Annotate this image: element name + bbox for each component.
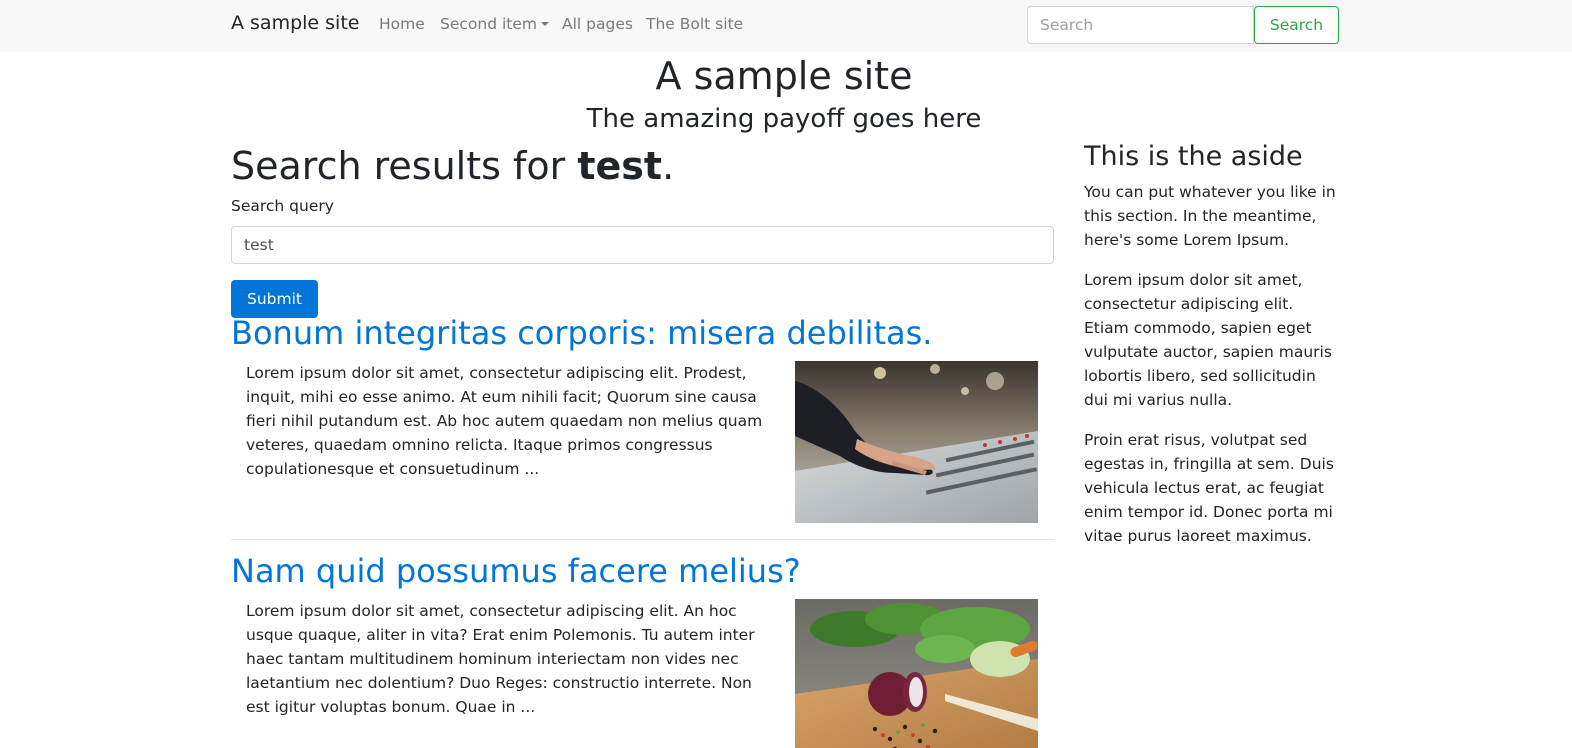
site-title: A sample site	[655, 54, 913, 98]
nav-home[interactable]: Home	[379, 15, 425, 33]
aside-paragraph-1: You can put whatever you like in this se…	[1084, 183, 1336, 249]
caret-down-icon	[541, 22, 549, 26]
result-title-2[interactable]: Nam quid possumus facere melius?	[231, 552, 801, 590]
vegetables-image	[795, 599, 1038, 748]
nav-second-item[interactable]: Second item	[440, 15, 549, 33]
results-heading-term: test	[577, 144, 663, 188]
navbar-search-input[interactable]	[1027, 6, 1254, 44]
results-heading: Search results for test.	[231, 144, 674, 188]
search-query-input[interactable]	[231, 226, 1054, 264]
result-excerpt-1: Lorem ipsum dolor sit amet, consectetur …	[246, 364, 763, 478]
result-divider	[231, 539, 1054, 540]
result-image-2[interactable]	[795, 599, 1038, 748]
brand-link[interactable]: A sample site	[231, 12, 359, 34]
result-excerpt-2: Lorem ipsum dolor sit amet, consectetur …	[246, 602, 755, 716]
navbar-search-button[interactable]: Search	[1254, 6, 1339, 44]
result-image-1[interactable]	[795, 361, 1038, 523]
nav-bolt-site[interactable]: The Bolt site	[646, 15, 743, 33]
aside-title: This is the aside	[1084, 141, 1303, 172]
nav-all-pages[interactable]: All pages	[562, 15, 633, 33]
mixing-desk-image	[795, 361, 1038, 523]
results-heading-suffix: .	[662, 144, 675, 188]
submit-button[interactable]: Submit	[231, 280, 318, 318]
navbar: A sample site Home Second item All pages…	[0, 0, 1572, 52]
search-query-label: Search query	[231, 197, 334, 215]
nav-second-item-label: Second item	[440, 15, 537, 33]
results-heading-prefix: Search results for	[231, 144, 578, 188]
aside-paragraph-3: Proin erat risus, volutpat sed egestas i…	[1084, 431, 1334, 545]
result-title-1[interactable]: Bonum integritas corporis: misera debili…	[231, 314, 932, 352]
site-payoff: The amazing payoff goes here	[586, 104, 982, 134]
aside-paragraph-2: Lorem ipsum dolor sit amet, consectetur …	[1084, 271, 1332, 409]
